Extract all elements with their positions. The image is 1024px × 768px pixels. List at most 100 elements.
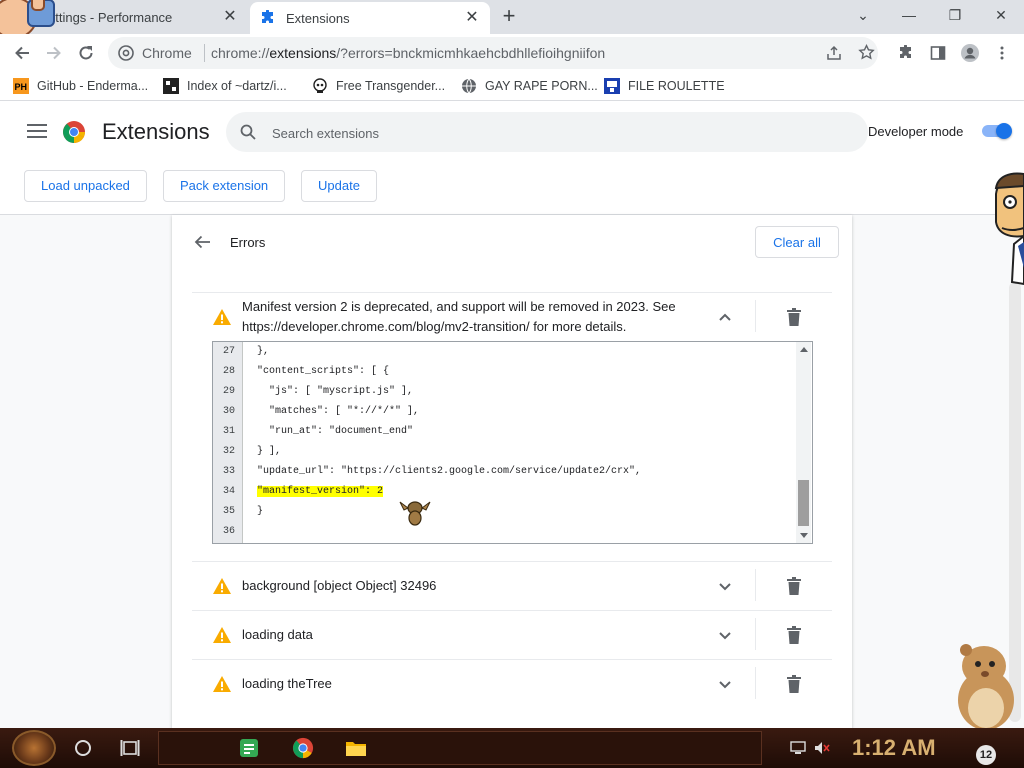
share-icon[interactable] (826, 45, 842, 61)
warning-icon (213, 676, 231, 692)
tab-search-icon[interactable]: ⌄ (850, 4, 876, 26)
reload-icon (79, 46, 93, 60)
chevron-down-icon[interactable] (716, 626, 734, 644)
close-icon[interactable]: ✕ (222, 9, 238, 25)
volume-muted-icon[interactable] (814, 741, 830, 755)
browser-toolbar: Chrome chrome://extensions/?errors=bnckm… (0, 34, 1024, 72)
developer-mode-toggle[interactable] (982, 123, 1012, 139)
hamster-sticker-icon (958, 644, 1014, 730)
code-line: } ], (257, 446, 282, 457)
bookmark-item[interactable]: Free Transgender... (312, 78, 445, 94)
chevron-up-icon[interactable] (716, 308, 734, 326)
bookmarks-bar: PH GitHub - Enderma... Index of ~dartz/i… (0, 72, 1024, 101)
side-panel-icon[interactable] (928, 43, 948, 63)
bookmark-item[interactable]: FILE ROULETTE (604, 78, 725, 94)
code-scrollbar[interactable] (796, 342, 811, 543)
tab-strip: ettings - Performance ✕ Extensions ✕ + ⌄… (0, 0, 1024, 34)
line-number: 33 (222, 466, 235, 477)
divider (755, 569, 756, 601)
clock[interactable]: 1:12 AM (852, 735, 936, 761)
profile-avatar-icon[interactable] (960, 43, 980, 63)
search-input[interactable] (270, 122, 834, 144)
load-unpacked-button[interactable]: Load unpacked (24, 170, 147, 202)
code-viewer[interactable]: 27 28 29 30 31 32 33 34 35 36 }, "conten… (212, 341, 813, 544)
ph-icon: PH (13, 78, 29, 94)
arrow-right-icon (47, 46, 61, 60)
url-text: chrome://extensions/?errors=bnckmicmhkae… (211, 45, 606, 61)
notes-app-icon[interactable] (239, 738, 259, 758)
divider (755, 667, 756, 699)
trash-icon[interactable] (786, 675, 802, 693)
bookmark-item[interactable]: GAY RAPE PORN... (461, 78, 598, 94)
divider (192, 292, 832, 293)
trash-icon[interactable] (786, 626, 802, 644)
chevron-down-icon[interactable] (716, 675, 734, 693)
arrow-left-icon (15, 46, 29, 60)
back-arrow-icon[interactable] (193, 234, 211, 250)
line-number: 31 (222, 426, 235, 437)
search-circle-icon[interactable] (75, 740, 91, 756)
start-orb-icon[interactable] (12, 730, 56, 766)
svg-text:PH: PH (15, 82, 28, 92)
code-line: "js": [ "myscript.js" ], (257, 386, 414, 397)
line-number: 28 (222, 366, 235, 377)
hamburger-menu-icon[interactable] (27, 124, 47, 140)
minimize-button[interactable]: — (896, 4, 922, 26)
code-line: "matches": [ "*://*/*" ], (257, 406, 420, 417)
code-line-highlighted: "manifest_version": 2 (257, 486, 384, 497)
search-icon (240, 124, 256, 140)
tab-title: ettings - Performance (48, 9, 173, 25)
update-button[interactable]: Update (301, 170, 377, 202)
extensions-header: Extensions Developer mode Load unpacked … (0, 101, 1024, 215)
tab-title: Extensions (286, 10, 350, 26)
divider (204, 44, 205, 62)
window-close-button[interactable]: ✕ (988, 4, 1014, 26)
bookmark-item[interactable]: PH GitHub - Enderma... (13, 78, 148, 94)
notification-badge[interactable]: 12 (976, 745, 996, 765)
reload-button[interactable] (73, 40, 99, 66)
back-button[interactable] (9, 40, 35, 66)
line-number: 36 (222, 526, 235, 537)
new-tab-button[interactable]: + (498, 5, 520, 28)
line-number: 30 (222, 406, 235, 417)
chevron-down-icon[interactable] (716, 577, 734, 595)
line-number: 35 (222, 506, 235, 517)
network-icon[interactable] (790, 741, 806, 755)
warning-icon (213, 309, 231, 325)
trash-icon[interactable] (786, 308, 802, 326)
error-message: background [object Object] 32496 (242, 578, 437, 593)
line-number: 34 (222, 486, 235, 497)
restore-button[interactable]: ❐ (942, 4, 968, 26)
code-line: "run_at": "document_end" (257, 426, 414, 437)
index-icon (163, 78, 179, 94)
trash-icon[interactable] (786, 577, 802, 595)
star-icon[interactable] (858, 44, 875, 61)
bookmark-item[interactable]: Index of ~dartz/i... (163, 78, 287, 94)
puzzle-icon (262, 10, 273, 23)
error-message: Manifest version 2 is deprecated, and su… (242, 299, 676, 334)
chrome-taskbar-icon[interactable] (292, 737, 314, 759)
tab-extensions[interactable]: Extensions ✕ (250, 2, 490, 34)
animated-cursor-icon (399, 501, 431, 526)
developer-mode-label: Developer mode (868, 124, 964, 139)
forward-button[interactable] (41, 40, 67, 66)
page-title: Extensions (102, 119, 210, 144)
error-message: loading data (242, 627, 313, 642)
extensions-icon[interactable] (896, 43, 916, 63)
pack-extension-button[interactable]: Pack extension (163, 170, 286, 202)
clear-all-button[interactable]: Clear all (755, 226, 839, 258)
search-bar[interactable] (226, 112, 868, 152)
line-number: 32 (222, 446, 235, 457)
errors-heading: Errors (230, 235, 266, 250)
file-explorer-icon[interactable] (345, 738, 367, 758)
divider (755, 618, 756, 650)
menu-kebab-icon[interactable] (992, 43, 1012, 63)
line-number: 27 (222, 346, 235, 357)
address-bar[interactable]: Chrome chrome://extensions/?errors=bnckm… (108, 37, 878, 69)
close-icon[interactable]: ✕ (464, 10, 480, 26)
skull-icon (313, 78, 327, 93)
task-view-icon[interactable] (120, 739, 140, 757)
code-line: }, (257, 346, 270, 357)
cartoon-man-sticker-icon (994, 172, 1024, 286)
divider (192, 610, 832, 611)
